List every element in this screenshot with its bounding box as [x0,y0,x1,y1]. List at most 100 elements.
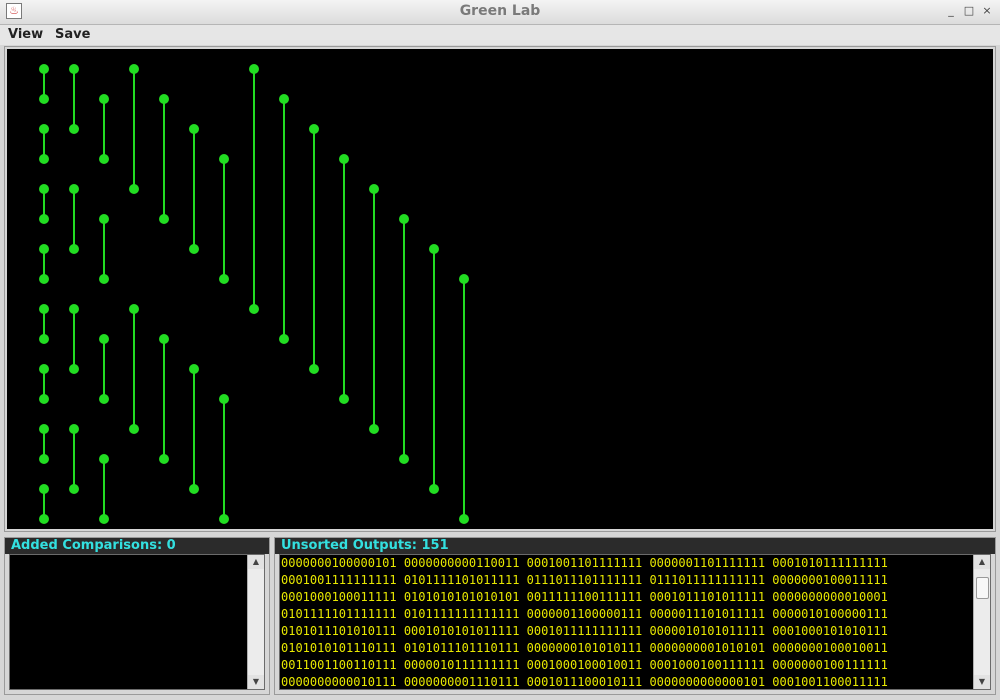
comparator-node[interactable] [99,214,109,224]
comparator-6-7[interactable] [39,244,49,284]
output-row: 0101111101111111 0101111111111111 000000… [281,607,888,621]
comparator-node[interactable] [69,424,79,434]
menu-view[interactable]: View [8,27,43,42]
comparator-2-3[interactable] [39,124,49,164]
comparator-node[interactable] [69,244,79,254]
sorting-network-diagram[interactable] [7,49,993,529]
comparator-node[interactable] [159,334,169,344]
comparator-node[interactable] [39,94,49,104]
comparator-node[interactable] [369,424,379,434]
comparator-node[interactable] [219,514,229,524]
comparator-node[interactable] [189,244,199,254]
comparator-node[interactable] [129,424,139,434]
comparator-4-5[interactable] [39,184,49,224]
comparator-node[interactable] [129,64,139,74]
comparator-node[interactable] [189,364,199,374]
comparator-node[interactable] [279,334,289,344]
window-title: Green Lab [459,3,541,19]
comparator-node[interactable] [69,304,79,314]
comparator-node[interactable] [309,364,319,374]
outputs-scrollbar[interactable]: ▲ ▼ [973,555,990,689]
comparator-node[interactable] [279,94,289,104]
comparator-node[interactable] [39,304,49,314]
comparator-node[interactable] [339,394,349,404]
comparator-8-9[interactable] [39,304,49,344]
comparator-node[interactable] [39,274,49,284]
comparator-node[interactable] [69,484,79,494]
comparator-node[interactable] [459,274,469,284]
added-comparisons-panel: Added Comparisons: 0 ▲ ▼ [4,537,270,695]
comparator-node[interactable] [69,64,79,74]
scroll-up-icon[interactable]: ▲ [248,555,264,569]
comparator-node[interactable] [129,184,139,194]
scroll-down-icon[interactable]: ▼ [974,675,990,689]
unsorted-outputs-label: Unsorted Outputs: 151 [281,538,449,553]
comparator-node[interactable] [459,514,469,524]
output-row: 0001001111111111 0101111101011111 011101… [281,573,888,587]
output-row: 0101010101110111 0101011101110111 000000… [281,641,888,655]
comparator-node[interactable] [99,94,109,104]
output-row: 0001000100011111 0101010101010101 001111… [281,590,888,604]
comparator-node[interactable] [69,124,79,134]
comparator-node[interactable] [39,154,49,164]
comparator-node[interactable] [39,424,49,434]
comparator-node[interactable] [39,454,49,464]
comparator-node[interactable] [159,214,169,224]
comparator-node[interactable] [129,304,139,314]
comparator-node[interactable] [39,184,49,194]
comparator-node[interactable] [369,184,379,194]
comparator-node[interactable] [339,154,349,164]
comparator-node[interactable] [219,394,229,404]
unsorted-outputs-list[interactable]: 0000000100000101 0000000000110011 000100… [279,554,991,690]
added-comparisons-label: Added Comparisons: 0 [11,538,176,553]
comparator-node[interactable] [189,124,199,134]
comparator-node[interactable] [39,484,49,494]
scroll-down-icon[interactable]: ▼ [248,675,264,689]
menu-bar: View Save [0,25,1000,45]
comparator-node[interactable] [69,364,79,374]
menu-save[interactable]: Save [55,27,90,42]
comparator-node[interactable] [39,514,49,524]
close-icon[interactable]: × [980,4,994,18]
comparator-node[interactable] [39,364,49,374]
unsorted-outputs-header: Unsorted Outputs: 151 [275,538,995,554]
comparator-node[interactable] [39,214,49,224]
comparator-14-15[interactable] [39,484,49,524]
comparator-node[interactable] [249,64,259,74]
comparator-node[interactable] [219,154,229,164]
comparator-node[interactable] [399,454,409,464]
comparator-node[interactable] [249,304,259,314]
comparator-node[interactable] [99,514,109,524]
scroll-up-icon[interactable]: ▲ [974,555,990,569]
comparator-node[interactable] [159,454,169,464]
comparator-node[interactable] [99,154,109,164]
comparator-node[interactable] [309,124,319,134]
output-row: 0000000000010111 0000000001110111 000101… [281,675,888,689]
minimize-icon[interactable]: _ [944,4,958,18]
comparator-node[interactable] [219,274,229,284]
comparator-12-13[interactable] [39,424,49,464]
comparator-node[interactable] [99,274,109,284]
comparator-node[interactable] [159,94,169,104]
comparator-node[interactable] [39,334,49,344]
comparator-node[interactable] [189,484,199,494]
comparator-10-11[interactable] [39,364,49,404]
added-scrollbar[interactable]: ▲ ▼ [247,555,264,689]
comparator-node[interactable] [39,124,49,134]
comparator-node[interactable] [99,454,109,464]
comparator-node[interactable] [99,394,109,404]
comparator-node[interactable] [39,394,49,404]
comparator-node[interactable] [399,214,409,224]
network-canvas[interactable] [7,49,993,529]
comparator-node[interactable] [429,244,439,254]
comparator-node[interactable] [39,64,49,74]
comparator-node[interactable] [99,334,109,344]
added-comparisons-list[interactable]: ▲ ▼ [9,554,265,690]
comparator-node[interactable] [39,244,49,254]
unsorted-outputs-text: 0000000100000101 0000000000110011 000100… [280,555,972,689]
comparator-node[interactable] [69,184,79,194]
comparator-node[interactable] [429,484,439,494]
maximize-icon[interactable]: □ [962,4,976,18]
comparator-0-1[interactable] [39,64,49,104]
scroll-thumb[interactable] [976,577,989,599]
